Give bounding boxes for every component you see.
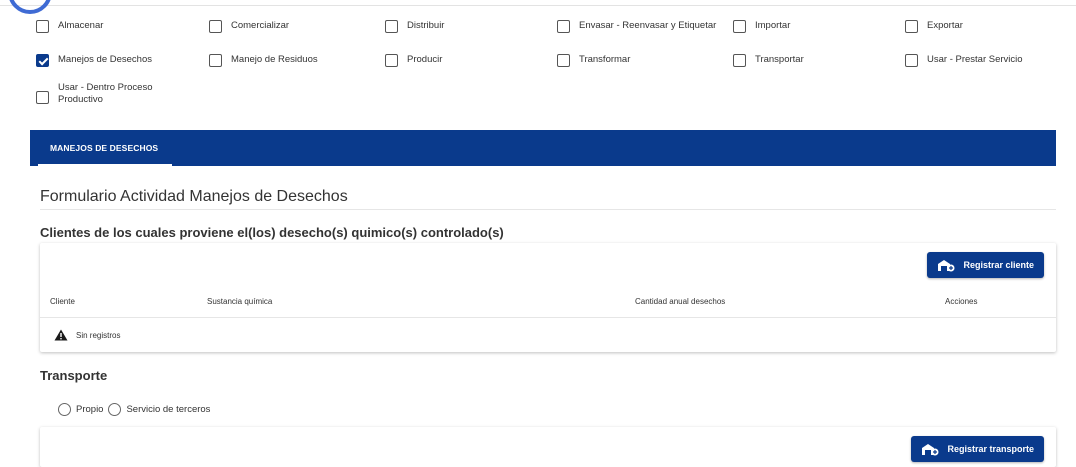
empty-state-text: Sin registros	[76, 330, 121, 340]
checkbox-box[interactable]	[905, 20, 918, 33]
warning-icon	[54, 329, 68, 341]
checkbox-box[interactable]	[733, 54, 746, 67]
register-client-button[interactable]: Registrar cliente	[927, 252, 1044, 278]
checkbox-label: Transportar	[755, 54, 804, 65]
checkbox-box-checked[interactable]	[36, 54, 49, 67]
table-header-divider	[40, 317, 1056, 318]
radio-propio[interactable]	[58, 403, 71, 416]
warehouse-icon	[938, 260, 955, 272]
checkbox-manejo-de-residuos[interactable]: Manejo de Residuos	[209, 54, 318, 67]
column-header-cliente: Cliente	[50, 297, 75, 306]
checkbox-label: Exportar	[927, 20, 963, 31]
column-header-acciones: Acciones	[945, 297, 978, 306]
radio-servicio-terceros-label: Servicio de terceros	[126, 404, 211, 415]
checkbox-label: Almacenar	[58, 20, 104, 31]
checkbox-label: Transformar	[579, 54, 631, 65]
form-title: Formulario Actividad Manejos de Desechos	[40, 188, 348, 205]
checkbox-label: Comercializar	[231, 20, 290, 31]
checkbox-box[interactable]	[557, 54, 570, 67]
column-header-sustancia: Sustancia química	[207, 297, 273, 306]
checkbox-box[interactable]	[733, 20, 746, 33]
title-divider	[40, 209, 1056, 210]
checkbox-usar-prestar-servicio[interactable]: Usar - Prestar Servicio	[905, 54, 1023, 67]
checkbox-manejos-de-desechos[interactable]: Manejos de Desechos	[36, 54, 152, 67]
checkbox-transformar[interactable]: Transformar	[557, 54, 630, 67]
checkbox-label: Importar	[755, 20, 791, 31]
checkbox-label: Envasar - Reenvasar y Etiquetar	[579, 20, 717, 31]
checkbox-label: Usar - Prestar Servicio	[927, 54, 1023, 65]
radio-servicio-terceros[interactable]	[108, 403, 122, 416]
checkbox-transportar[interactable]: Transportar	[733, 54, 804, 67]
transport-radio-group: Propio Servicio de terceros	[58, 403, 215, 416]
checkbox-box[interactable]	[36, 91, 49, 104]
checkbox-box[interactable]	[209, 20, 222, 33]
checkbox-box[interactable]	[385, 20, 398, 33]
radio-propio-label: Propio	[76, 404, 104, 415]
column-header-cantidad: Cantidad anual desechos	[635, 297, 726, 306]
register-transport-label: Registrar transporte	[947, 444, 1034, 454]
checkbox-label: Manejos de Desechos	[58, 54, 152, 65]
clients-table-card: Registrar cliente Cliente Sustancia quím…	[40, 243, 1056, 352]
activity-tab-bar: MANEJOS DE DESECHOS	[30, 130, 1056, 166]
transport-table-card: Registrar transporte	[40, 427, 1056, 467]
checkbox-comercializar[interactable]: Comercializar	[209, 20, 289, 33]
checkbox-importar[interactable]: Importar	[733, 20, 790, 33]
checkbox-producir[interactable]: Producir	[385, 54, 442, 67]
checkbox-exportar[interactable]: Exportar	[905, 20, 963, 33]
register-transport-button[interactable]: Registrar transporte	[911, 436, 1044, 462]
clients-section-title: Clientes de los cuales proviene el(los) …	[40, 225, 504, 240]
checkbox-label: Usar - Dentro Proceso Productivo	[58, 82, 153, 105]
checkbox-usar-dentro-proceso[interactable]: Usar - Dentro Proceso Productivo	[36, 82, 166, 106]
top-strip	[0, 0, 1076, 6]
corner-ring-icon	[8, 0, 52, 14]
register-client-label: Registrar cliente	[963, 260, 1034, 270]
tab-manejos-de-desechos[interactable]: MANEJOS DE DESECHOS	[40, 130, 168, 166]
checkbox-box[interactable]	[385, 54, 398, 67]
checkbox-box[interactable]	[905, 54, 918, 67]
checkbox-box[interactable]	[36, 20, 49, 33]
checkbox-almacenar[interactable]: Almacenar	[36, 20, 103, 33]
checkbox-label: Producir	[407, 54, 443, 65]
checkbox-distribuir[interactable]: Distribuir	[385, 20, 444, 33]
transport-section-title: Transporte	[40, 368, 108, 383]
checkbox-label: Manejo de Residuos	[231, 54, 318, 65]
checkbox-label: Distribuir	[407, 20, 445, 31]
checkbox-box[interactable]	[557, 20, 570, 33]
warehouse-icon	[922, 444, 939, 456]
empty-state: Sin registros	[54, 329, 120, 341]
active-tab-indicator	[38, 164, 172, 166]
checkbox-box[interactable]	[209, 54, 222, 67]
checkbox-envasar[interactable]: Envasar - Reenvasar y Etiquetar	[557, 20, 716, 33]
